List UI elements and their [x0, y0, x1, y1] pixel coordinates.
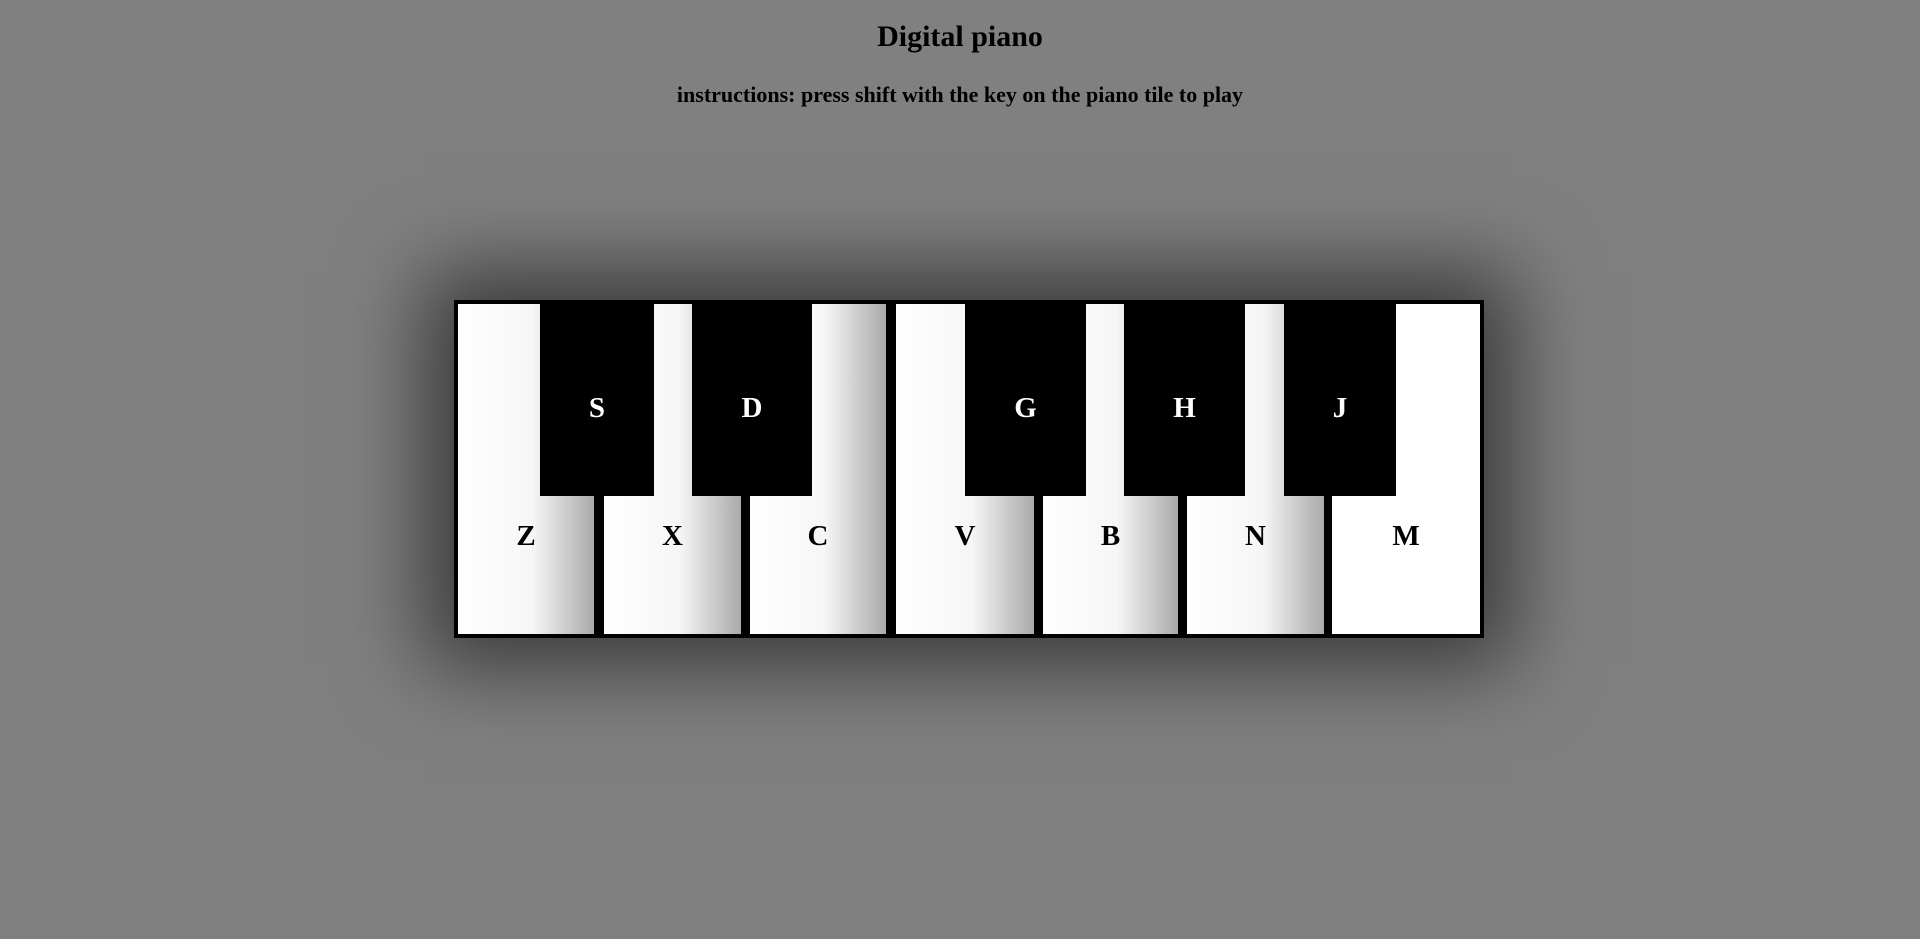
- page-title: Digital piano: [877, 20, 1043, 53]
- instructions: instructions: press shift with the key o…: [676, 82, 1244, 107]
- key-label: C: [807, 520, 829, 552]
- key-label: G: [1014, 392, 1037, 424]
- key-label: Z: [516, 520, 536, 552]
- key-label: B: [1100, 520, 1121, 552]
- key-label: V: [954, 520, 976, 552]
- key-label: D: [741, 392, 763, 424]
- key-label: J: [1332, 392, 1348, 424]
- key-label: H: [1173, 392, 1196, 424]
- key-label: S: [588, 392, 606, 424]
- key-label: N: [1245, 520, 1266, 552]
- black-key-g[interactable]: G: [965, 304, 1086, 496]
- key-label: X: [662, 520, 683, 552]
- piano: Z X C V B N M S D G H J: [454, 300, 1484, 638]
- black-key-h[interactable]: H: [1124, 304, 1245, 496]
- black-key-d[interactable]: D: [692, 304, 812, 496]
- key-label: M: [1392, 520, 1420, 552]
- black-key-s[interactable]: S: [540, 304, 654, 496]
- black-key-j[interactable]: J: [1284, 304, 1396, 496]
